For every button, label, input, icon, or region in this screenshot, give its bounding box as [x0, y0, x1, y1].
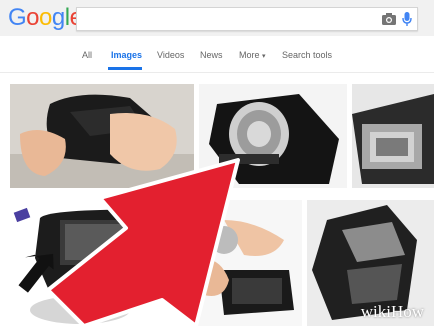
watermark-logo: wikiHow [360, 302, 424, 321]
red-arrow-icon [46, 158, 240, 326]
